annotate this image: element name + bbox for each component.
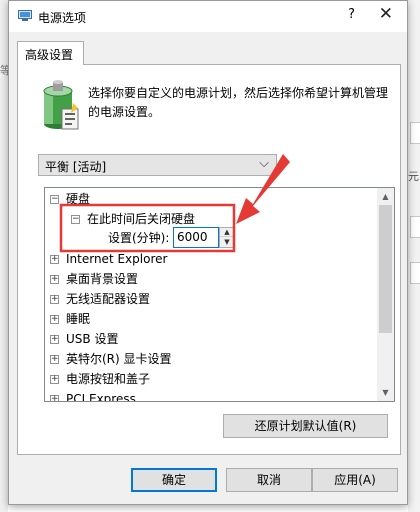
- instruction-line-2: 的电源设置。: [88, 105, 161, 119]
- spin-up-icon[interactable]: ▲: [220, 228, 234, 237]
- window-title: 电源选项: [38, 11, 87, 25]
- tree-item-label: 在此时间后关闭硬盘: [87, 212, 196, 226]
- tree-item-label: 硬盘: [66, 192, 91, 206]
- tab-label: 高级设置: [25, 48, 74, 62]
- tree-item-label: Internet Explorer: [66, 252, 168, 266]
- background-control-stub: [410, 216, 420, 238]
- tree-item-label: 无线适配器设置: [66, 292, 151, 306]
- scroll-down-icon[interactable]: ▼: [377, 384, 394, 401]
- tree-item-hard-disk[interactable]: − 硬盘: [45, 189, 375, 209]
- scroll-up-icon[interactable]: ▲: [377, 188, 394, 205]
- ok-button[interactable]: 确定: [131, 468, 217, 492]
- power-settings-tree[interactable]: − 硬盘 − 在此时间后关闭硬盘 设置(分钟): 6000 ▲ ▼ + Inte…: [44, 187, 395, 402]
- background-window-right: 元: [408, 0, 420, 512]
- tree-item-label: 电源按钮和盖子: [66, 372, 151, 386]
- power-options-dialog: 电源选项 ? ✕ 高级设置 选择你要自定义的电源计划，然后选择你希望计算机管理 …: [8, 0, 408, 505]
- scrollbar-thumb[interactable]: [379, 205, 392, 333]
- title-bar[interactable]: 电源选项 ? ✕: [9, 1, 407, 32]
- minutes-input[interactable]: 6000: [173, 227, 219, 248]
- tree-item-internet-explorer[interactable]: + Internet Explorer: [45, 249, 375, 269]
- tree-item-desktop-background[interactable]: + 桌面背景设置: [45, 269, 375, 289]
- expand-icon[interactable]: +: [50, 375, 59, 384]
- instruction-text: 选择你要自定义的电源计划，然后选择你希望计算机管理 的电源设置。: [88, 84, 393, 122]
- expand-icon[interactable]: +: [50, 335, 59, 344]
- power-plan-dropdown[interactable]: 平衡 [活动] ⌵: [38, 154, 277, 176]
- chevron-down-icon: ⌵: [259, 156, 269, 171]
- minutes-spinner[interactable]: ▲ ▼: [219, 227, 235, 248]
- expand-icon[interactable]: +: [50, 395, 59, 401]
- tree-scrollbar[interactable]: ▲ ▼: [377, 188, 394, 401]
- background-control-stub: [410, 122, 420, 144]
- close-button[interactable]: ✕: [379, 4, 393, 24]
- background-window-left: 等: [0, 0, 11, 512]
- expand-icon[interactable]: +: [50, 275, 59, 284]
- collapse-icon[interactable]: −: [71, 215, 80, 224]
- tree-item-label: 英特尔(R) 显卡设置: [66, 352, 172, 366]
- tab-advanced-settings[interactable]: 高级设置: [17, 41, 84, 65]
- instruction-line-1: 选择你要自定义的电源计划，然后选择你希望计算机管理: [88, 86, 389, 100]
- expand-icon[interactable]: +: [50, 255, 59, 264]
- tree-item-label: 桌面背景设置: [66, 272, 139, 286]
- power-plan-value: 平衡 [活动]: [45, 160, 107, 174]
- background-text-right: 元: [408, 170, 419, 183]
- tree-item-sleep[interactable]: + 睡眠: [45, 309, 375, 329]
- restore-defaults-button[interactable]: 还原计划默认值(R): [223, 414, 388, 438]
- tree-item-label: 睡眠: [66, 312, 91, 326]
- expand-icon[interactable]: +: [50, 355, 59, 364]
- tree-item-usb-settings[interactable]: + USB 设置: [45, 329, 375, 349]
- apply-button[interactable]: 应用(A): [312, 468, 398, 492]
- expand-icon[interactable]: +: [50, 315, 59, 324]
- tree-item-pci-express[interactable]: + PCI Express: [45, 389, 375, 402]
- advanced-settings-panel: 选择你要自定义的电源计划，然后选择你希望计算机管理 的电源设置。 平衡 [活动]…: [17, 64, 401, 455]
- setting-minutes-label: 设置(分钟):: [108, 231, 170, 245]
- tree-item-power-buttons-lid[interactable]: + 电源按钮和盖子: [45, 369, 375, 389]
- help-button[interactable]: ?: [348, 7, 355, 22]
- tree-item-wireless-adapter[interactable]: + 无线适配器设置: [45, 289, 375, 309]
- battery-power-icon: [43, 80, 79, 130]
- tree-item-label: USB 设置: [66, 332, 119, 346]
- spin-down-icon[interactable]: ▼: [220, 238, 234, 247]
- expand-icon[interactable]: +: [50, 295, 59, 304]
- tree-item-intel-graphics[interactable]: + 英特尔(R) 显卡设置: [45, 349, 375, 369]
- background-control-stub: [410, 262, 420, 284]
- tree-item-label: PCI Express: [66, 392, 136, 402]
- cancel-button[interactable]: 取消: [226, 468, 312, 492]
- collapse-icon[interactable]: −: [50, 195, 59, 204]
- power-options-icon: [18, 10, 32, 21]
- tree-item-turn-off-disk[interactable]: − 在此时间后关闭硬盘: [45, 209, 375, 229]
